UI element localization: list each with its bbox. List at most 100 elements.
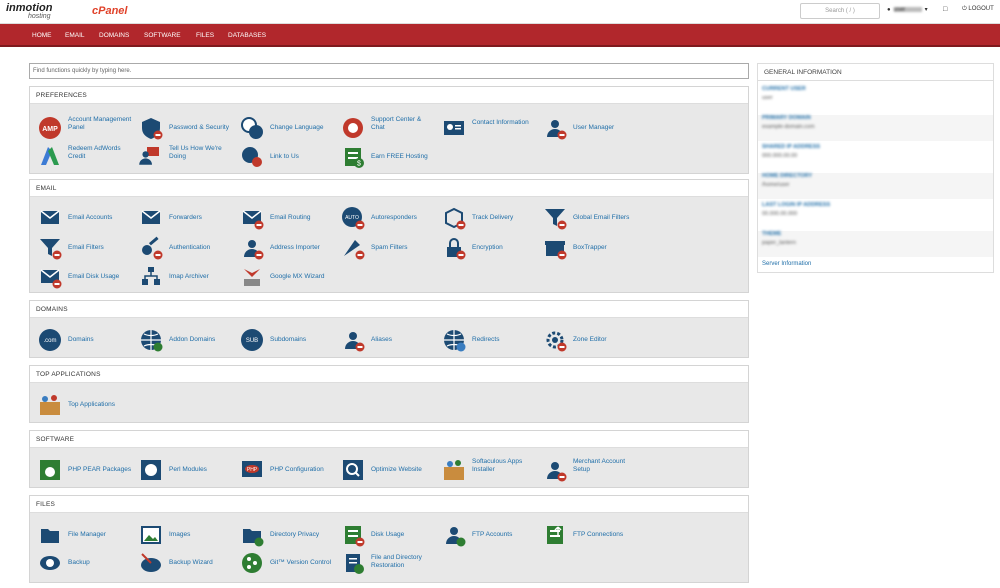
- info-key: PRIMARY DOMAIN: [762, 115, 811, 121]
- logout-button[interactable]: ⏻ LOGOUT: [962, 6, 994, 13]
- email-panel: EMAIL Email Accounts Forwarders Email Ro…: [29, 179, 749, 293]
- amp-icon: AMP: [39, 117, 61, 139]
- item-label: Earn FREE Hosting: [371, 153, 428, 160]
- globe-redirect-icon: [443, 329, 466, 352]
- user-menu[interactable]: ● user ▾: [887, 6, 928, 13]
- shield-icon: [142, 118, 163, 140]
- softaculous-icon: [444, 460, 464, 480]
- item-label: Encryption: [472, 244, 503, 251]
- nav-files[interactable]: FILES: [196, 32, 214, 39]
- item-label: FTP Connections: [573, 531, 624, 538]
- pear-icon: [40, 460, 60, 480]
- item-label: Autoresponders: [371, 214, 417, 221]
- item-label: Forwarders: [169, 214, 202, 221]
- item-label: User Manager: [573, 124, 615, 131]
- key-icon: [142, 236, 163, 260]
- funnel-globe-icon: [545, 209, 567, 230]
- archive-icon: [142, 267, 160, 285]
- nav-domains[interactable]: DOMAINS: [99, 32, 129, 39]
- item-label: Global Email Filters: [573, 214, 630, 221]
- info-value: 000.000.00.00: [762, 153, 798, 159]
- item-label: Domains: [68, 336, 94, 343]
- find-functions-input[interactable]: Find functions quickly by typing here.: [29, 63, 749, 79]
- git-icon: [242, 553, 262, 573]
- contact-card-icon: [444, 121, 464, 135]
- info-value: example-domain.com: [762, 124, 815, 130]
- search-input[interactable]: Search ( / ): [800, 3, 880, 19]
- routing-icon: [242, 210, 264, 230]
- gear-icon: [546, 331, 567, 352]
- item-label: PHP Configuration: [270, 466, 324, 473]
- email-title: EMAIL: [30, 180, 748, 197]
- image-icon: [141, 526, 161, 544]
- software-panel: SOFTWARE PHP PEAR Packages Perl Modules …: [29, 430, 749, 488]
- top-applications-panel: TOP APPLICATIONS Top Applications: [29, 365, 749, 423]
- top-applications-title: TOP APPLICATIONS: [30, 366, 748, 383]
- lock-icon: [447, 238, 466, 260]
- adwords-icon: [41, 147, 59, 165]
- cpanel-logo[interactable]: cPanel: [92, 5, 127, 17]
- php-icon: PHP: [242, 461, 262, 477]
- disk-usage-icon: [345, 526, 365, 547]
- language-icon: [241, 117, 263, 139]
- item-label: PHP PEAR Packages: [68, 466, 132, 473]
- item-label: Email Routing: [270, 214, 311, 221]
- info-value: paper_lantern: [762, 240, 796, 246]
- item-label: Optimize Website: [371, 466, 422, 473]
- domains-panel: DOMAINS .com Domains Addon Domains SUB Sub…: [29, 300, 749, 358]
- spam-icon: [344, 240, 365, 260]
- info-key: CURRENT USER: [762, 86, 806, 92]
- item-label: Top Applications: [68, 401, 115, 408]
- item-label: Password & Security: [169, 124, 229, 131]
- info-key: HOME DIRECTORY: [762, 173, 813, 179]
- ftp-connections-icon: [547, 526, 563, 544]
- chevron-down-icon: ▾: [924, 7, 928, 13]
- window-icon[interactable]: □: [943, 6, 947, 13]
- item-label: Spam Filters: [371, 244, 408, 251]
- money-server-icon: $: [345, 148, 364, 168]
- backup-icon: [40, 556, 60, 570]
- preferences-panel: PREFERENCES AMP Account Management Panel …: [29, 86, 749, 174]
- svg-text:AMP: AMP: [42, 126, 58, 133]
- nav-home[interactable]: HOME: [32, 32, 52, 39]
- nav-software[interactable]: SOFTWARE: [144, 32, 181, 39]
- restore-icon: [346, 554, 364, 574]
- nav-email[interactable]: EMAIL: [65, 32, 85, 39]
- item-label: Change Language: [270, 124, 324, 131]
- item-label: Track Delivery: [472, 214, 514, 221]
- nav-databases[interactable]: DATABASES: [228, 32, 266, 39]
- info-value: 00.000.00.000: [762, 211, 798, 217]
- item-label: Aliases: [371, 336, 392, 343]
- item-label: Email Filters: [68, 244, 104, 251]
- logout-label: LOGOUT: [968, 6, 994, 12]
- files-panel: FILES File Manager Images Directory Priv…: [29, 495, 749, 583]
- apps-box-icon: [40, 395, 60, 415]
- item-label: Perl Modules: [169, 466, 207, 473]
- item-label: Contact Information: [472, 119, 529, 126]
- software-title: SOFTWARE: [30, 431, 748, 448]
- info-value: /home/user: [762, 182, 790, 188]
- info-row: THEME paper_lantern: [758, 231, 993, 257]
- item-label: Addon Domains: [169, 336, 216, 343]
- funnel-icon: [40, 239, 62, 260]
- import-icon: [244, 240, 264, 260]
- item-label: Tell Us How We're Doing: [169, 145, 222, 160]
- server-information-link[interactable]: Server Information: [762, 261, 811, 267]
- item-label: Email Accounts: [68, 214, 113, 221]
- aliases-icon: [345, 332, 365, 352]
- main-nav: HOME EMAIL DOMAINS SOFTWARE FILES DATABA…: [0, 24, 1000, 47]
- item-label: Subdomains: [270, 336, 307, 343]
- forward-mail-icon: [141, 210, 161, 225]
- envelope-icon: [40, 210, 60, 225]
- inmotion-logo[interactable]: inmotion hosting: [6, 2, 76, 22]
- merchant-icon: [547, 462, 567, 482]
- item-label: Link to Us: [270, 153, 299, 160]
- feedback-icon: [139, 147, 159, 165]
- item-label: Address Importer: [270, 244, 320, 251]
- users-icon: [547, 120, 567, 140]
- perl-icon: [141, 460, 161, 480]
- info-row: CURRENT USER user: [758, 86, 993, 112]
- auto-icon: AUTO: [342, 207, 365, 230]
- inmotion-logo-sub: hosting: [28, 13, 51, 20]
- svg-text:PHP: PHP: [247, 467, 258, 473]
